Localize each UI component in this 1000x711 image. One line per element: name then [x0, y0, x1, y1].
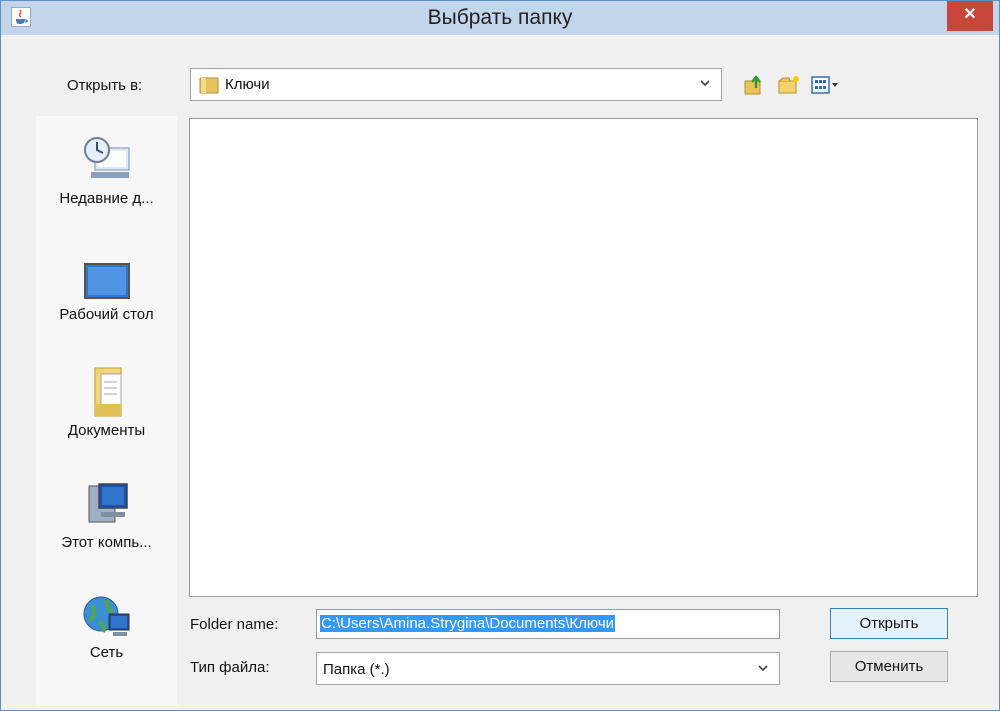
open-button[interactable]: Открыть [830, 608, 948, 639]
folder-name-input[interactable]: C:\Users\Amina.Strygina\Documents\Ключи [316, 609, 780, 639]
title-bar[interactable]: Выбрать папку ✕ [1, 1, 999, 35]
documents-icon [81, 364, 133, 427]
cancel-button[interactable]: Отменить [830, 651, 948, 682]
folder-icon [199, 76, 219, 99]
look-in-combo[interactable]: Ключи [190, 68, 722, 101]
folder-name-label: Folder name: [190, 616, 279, 633]
look-in-value: Ключи [225, 76, 270, 93]
place-documents-label: Документы [67, 422, 146, 439]
desktop-icon [81, 258, 133, 309]
place-documents[interactable]: Документы [36, 364, 177, 439]
place-computer[interactable]: Этот компь... [36, 480, 177, 551]
place-computer-label: Этот компь... [61, 534, 152, 551]
place-recent[interactable]: Недавние д... [36, 134, 177, 207]
recent-items-icon [81, 134, 133, 189]
view-menu-icon[interactable] [811, 75, 839, 100]
place-recent-label: Недавние д... [59, 190, 154, 207]
close-button[interactable]: ✕ [947, 1, 993, 31]
place-network-label: Сеть [89, 644, 124, 661]
file-list[interactable] [189, 118, 978, 597]
chevron-down-icon[interactable] [699, 77, 711, 92]
dialog-window: Выбрать папку ✕ Открыть в: Ключи Недавни… [0, 0, 1000, 711]
up-one-level-icon[interactable] [743, 74, 765, 101]
chevron-down-icon[interactable] [757, 662, 769, 677]
folder-name-value: C:\Users\Amina.Strygina\Documents\Ключи [320, 615, 616, 632]
close-icon: ✕ [963, 6, 977, 23]
look-in-label: Открыть в: [67, 77, 143, 94]
place-desktop[interactable]: Рабочий стол [36, 258, 177, 323]
place-network[interactable]: Сеть [36, 592, 177, 661]
file-type-label: Тип файла: [190, 659, 270, 676]
window-title: Выбрать папку [427, 6, 573, 29]
places-bar: Недавние д... Рабочий стол Документы Это… [36, 116, 177, 706]
place-desktop-label: Рабочий стол [59, 306, 154, 323]
computer-icon [81, 480, 133, 535]
network-icon [81, 592, 133, 647]
new-folder-icon[interactable] [777, 74, 801, 101]
file-type-value: Папка (*.) [323, 661, 390, 678]
file-type-combo[interactable]: Папка (*.) [316, 652, 780, 685]
